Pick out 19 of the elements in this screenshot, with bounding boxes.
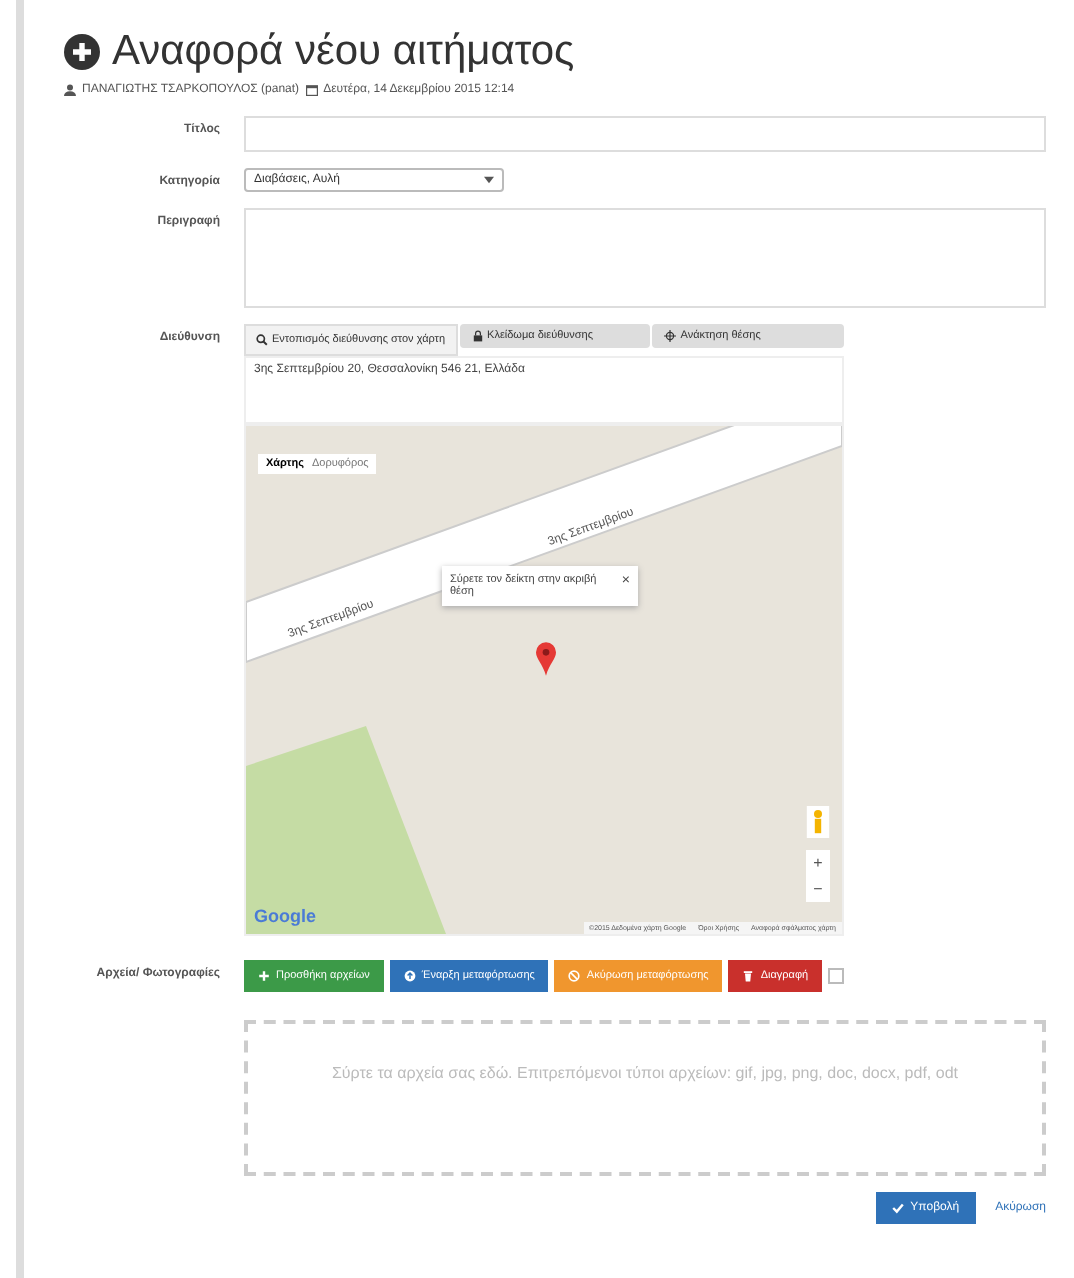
ban-icon [568, 970, 581, 982]
page-title: Αναφορά νέου αιτήματος [112, 28, 575, 76]
plus-icon [258, 970, 270, 982]
calendar-icon [305, 84, 318, 96]
trash-icon [742, 970, 755, 982]
select-all-checkbox[interactable] [828, 968, 845, 984]
check-icon [892, 1202, 905, 1214]
upload-icon [403, 970, 416, 982]
map-logo: Google [254, 906, 316, 926]
search-icon [256, 334, 268, 346]
plus-circle-icon [64, 34, 100, 70]
crosshair-icon [664, 330, 677, 342]
pegman-icon[interactable] [806, 806, 830, 838]
caret-icon [484, 176, 494, 184]
user-icon [64, 84, 76, 96]
title-input[interactable] [244, 116, 1046, 152]
description-textarea[interactable] [244, 208, 1046, 308]
lock-icon [471, 330, 484, 342]
map-pin-icon[interactable] [536, 642, 556, 676]
